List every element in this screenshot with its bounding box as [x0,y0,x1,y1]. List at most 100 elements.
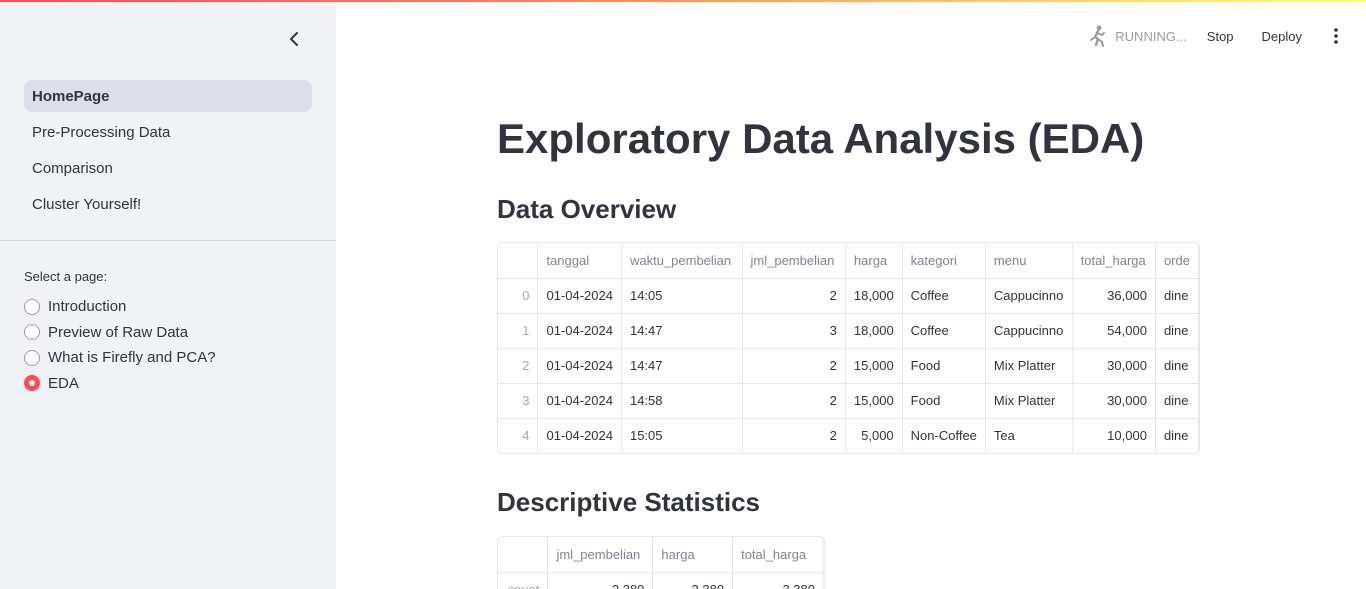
table-cell[interactable]: Coffee [902,278,986,314]
table-header-row: jml_pembelian harga total_harga [498,537,824,573]
sidebar-item-label: Comparison [32,159,113,177]
radio-group-label: Select a page: [24,269,108,284]
radio-button[interactable] [24,349,40,366]
table-cell[interactable]: 10,000 [1072,418,1156,453]
deploy-button[interactable]: Deploy [1262,29,1302,44]
radio-button[interactable] [24,298,40,315]
table-cell[interactable]: Mix Platter [985,348,1073,384]
table-cell[interactable]: 18,000 [845,313,903,349]
table-cell[interactable]: 36,000 [1072,278,1156,314]
table-cell[interactable]: dine [1155,313,1199,349]
table-cell[interactable]: Food [902,348,986,384]
radio-option-preview-raw-data[interactable]: Preview of Raw Data [24,320,216,346]
table-row: 1 01-04-2024 14:47 3 18,000 Coffee Cappu… [498,313,1199,349]
table-cell[interactable]: 01-04-2024 [537,278,622,314]
table-cell[interactable]: 15:05 [621,418,743,453]
descriptive-statistics-heading: Descriptive Statistics [497,487,761,517]
column-header[interactable]: waktu_pembelian [621,243,743,279]
table-cell[interactable]: Tea [985,418,1073,453]
sidebar-item-pre-processing[interactable]: Pre-Processing Data [24,116,312,148]
top-decoration-bar [0,0,1366,2]
running-status: RUNNING... [1087,25,1187,47]
column-header[interactable]: jml_pembelian [547,537,654,573]
main-menu-button[interactable] [1330,24,1342,48]
row-index: 1 [498,313,539,349]
table-cell[interactable]: 54,000 [1072,313,1156,349]
table-cell[interactable]: 18,000 [845,278,903,314]
table-cell[interactable]: dine [1155,348,1199,384]
table-cell[interactable]: 3 [742,313,846,349]
column-header[interactable] [498,537,549,573]
stop-button[interactable]: Stop [1207,29,1234,44]
table-cell[interactable]: dine [1155,383,1199,419]
table-cell[interactable]: Non-Coffee [902,418,986,453]
row-index: 3 [498,383,539,419]
radio-option-introduction[interactable]: Introduction [24,294,216,320]
table-cell[interactable]: dine [1155,418,1199,453]
table-cell[interactable]: 01-04-2024 [537,383,622,419]
sidebar-item-label: Pre-Processing Data [32,123,171,141]
sidebar-item-label: HomePage [32,87,110,105]
radio-button-selected[interactable] [24,375,40,392]
radio-option-eda[interactable]: EDA [24,371,216,397]
sidebar-item-cluster-yourself[interactable]: Cluster Yourself! [24,188,312,220]
column-header[interactable]: menu [985,243,1073,279]
table-cell[interactable]: 2,380 [732,572,824,589]
table-cell[interactable]: 2 [742,278,846,314]
column-header[interactable]: total_harga [1072,243,1156,279]
column-header[interactable]: orde [1155,243,1199,279]
sidebar-item-comparison[interactable]: Comparison [24,152,312,184]
table-cell[interactable]: 30,000 [1072,383,1156,419]
column-header[interactable] [498,243,539,279]
table-cell[interactable]: 01-04-2024 [537,313,622,349]
row-index: 2 [498,348,539,384]
radio-option-label: What is Firefly and PCA? [48,349,216,367]
radio-button[interactable] [24,324,40,341]
column-header[interactable]: tanggal [537,243,622,279]
radio-option-label: Introduction [48,298,127,316]
table-cell[interactable]: Coffee [902,313,986,349]
table-cell[interactable]: 01-04-2024 [537,348,622,384]
table-cell[interactable]: Cappucinno [985,278,1073,314]
table-cell[interactable]: 2 [742,348,846,384]
table-row: 2 01-04-2024 14:47 2 15,000 Food Mix Pla… [498,348,1199,384]
table-cell[interactable]: 14:47 [621,313,743,349]
column-header[interactable]: jml_pembelian [742,243,846,279]
table-cell[interactable]: 2,380 [652,572,734,589]
table-cell[interactable]: 14:47 [621,348,743,384]
table-cell[interactable]: dine [1155,278,1199,314]
radio-option-firefly-pca[interactable]: What is Firefly and PCA? [24,345,216,371]
table-cell[interactable]: 2,380 [547,572,654,589]
sidebar: HomePage Pre-Processing Data Comparison … [0,0,336,589]
column-header[interactable]: total_harga [732,537,824,573]
collapse-sidebar-button[interactable] [282,27,306,51]
data-overview-table[interactable]: tanggal waktu_pembelian jml_pembelian ha… [497,242,1200,454]
descriptive-statistics-table[interactable]: jml_pembelian harga total_harga count 2,… [497,536,825,589]
table-cell[interactable]: 14:05 [621,278,743,314]
table-cell[interactable]: 2 [742,383,846,419]
table-cell[interactable]: Cappucinno [985,313,1073,349]
table-cell[interactable]: 15,000 [845,348,903,384]
sidebar-item-label: Cluster Yourself! [32,195,142,213]
header-toolbar: RUNNING... Stop Deploy [1087,24,1342,48]
table-header-row: tanggal waktu_pembelian jml_pembelian ha… [498,243,1199,279]
column-header[interactable]: harga [845,243,903,279]
table-cell[interactable]: 5,000 [845,418,903,453]
running-figure-icon [1090,25,1106,47]
table-row: 3 01-04-2024 14:58 2 15,000 Food Mix Pla… [498,383,1199,419]
table-cell[interactable]: 14:58 [621,383,743,419]
table-cell[interactable]: 2 [742,418,846,453]
radio-option-label: EDA [48,374,79,392]
kebab-menu-icon [1334,28,1338,44]
table-row: count 2,380 2,380 2,380 [498,572,824,589]
column-header[interactable]: harga [652,537,734,573]
table-cell[interactable]: Food [902,383,986,419]
row-index: count [498,572,549,589]
table-row: 4 01-04-2024 15:05 2 5,000 Non-Coffee Te… [498,418,1199,453]
column-header[interactable]: kategori [902,243,986,279]
table-cell[interactable]: Mix Platter [985,383,1073,419]
sidebar-item-homepage[interactable]: HomePage [24,80,312,112]
table-cell[interactable]: 15,000 [845,383,903,419]
table-cell[interactable]: 01-04-2024 [537,418,622,453]
table-cell[interactable]: 30,000 [1072,348,1156,384]
